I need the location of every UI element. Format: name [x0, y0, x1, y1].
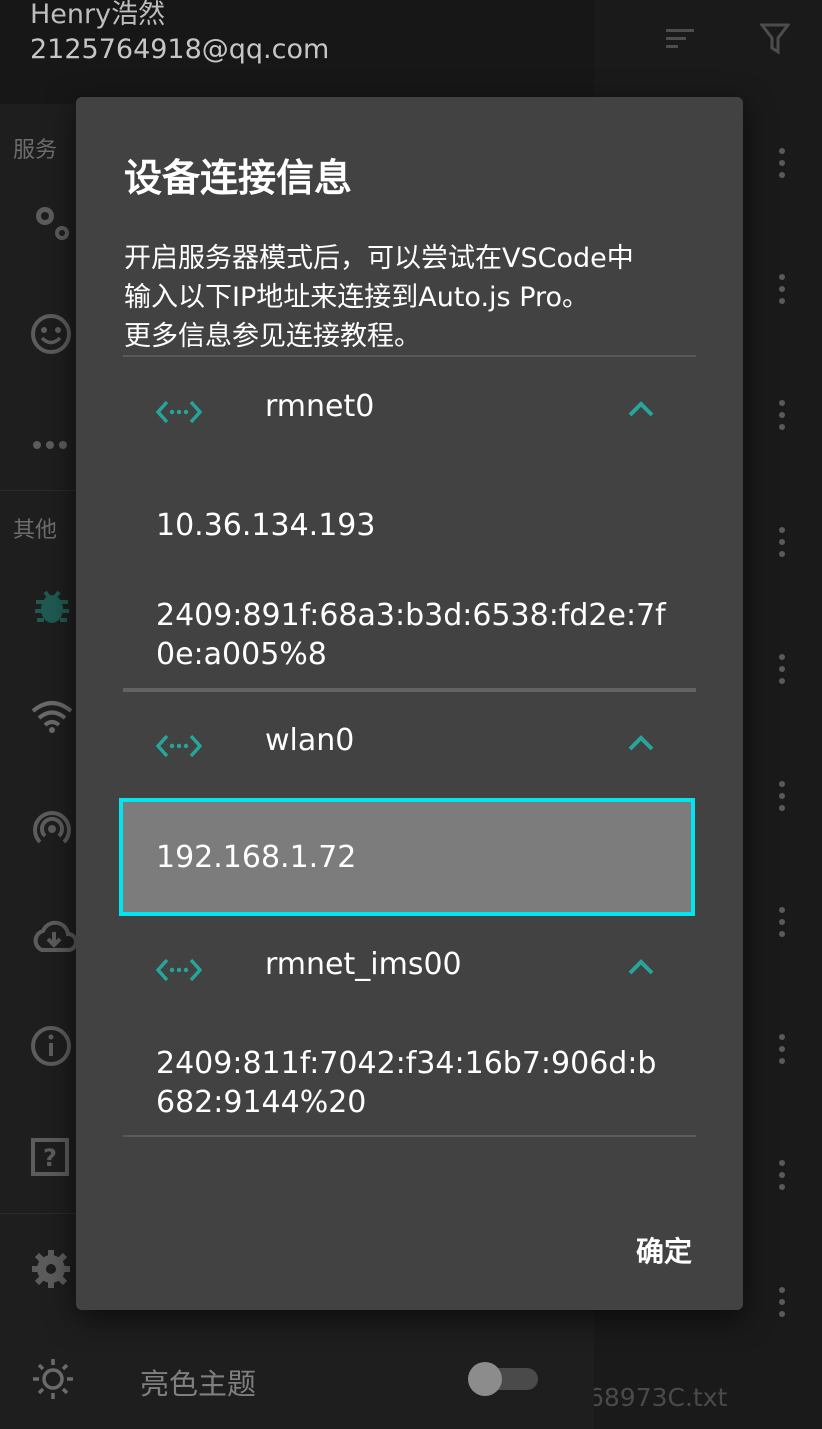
- hotspot-icon[interactable]: [30, 806, 74, 850]
- more-options-icon[interactable]: [778, 274, 786, 304]
- drawer-header: Henry浩然 2125764918@qq.com: [0, 0, 594, 104]
- ip-address-line: 682:9144%20: [156, 1085, 367, 1120]
- ip-address-line: 2409:891f:68a3:b3d:6538:fd2e:7f: [156, 598, 666, 633]
- chevron-up-icon[interactable]: [628, 959, 654, 975]
- svg-text:?: ?: [43, 1144, 57, 1172]
- smiley-icon[interactable]: [30, 313, 72, 355]
- more-options-icon[interactable]: [778, 400, 786, 430]
- divider: [123, 688, 696, 692]
- interface-name: rmnet0: [265, 389, 375, 424]
- user-email: 2125764918@qq.com: [30, 34, 330, 65]
- interface-header-rmnet0[interactable]: rmnet0: [76, 369, 743, 459]
- dialog-message-line: 开启服务器模式后，可以尝试在VSCode中: [124, 243, 634, 274]
- theme-toggle[interactable]: [468, 1362, 538, 1396]
- more-options-icon[interactable]: [778, 1160, 786, 1190]
- dialog-message-line: 输入以下IP地址来连接到Auto.js Pro。: [124, 282, 590, 313]
- section-label-other: 其他: [13, 518, 58, 543]
- more-options-icon[interactable]: [778, 527, 786, 557]
- interface-name: wlan0: [265, 723, 355, 758]
- filter-icon[interactable]: [760, 22, 790, 56]
- network-interface-icon: [156, 958, 202, 982]
- brightness-icon[interactable]: [30, 1356, 76, 1402]
- interface-header-rmnet-ims00[interactable]: rmnet_ims00: [76, 927, 743, 1017]
- ip-address[interactable]: 192.168.1.72: [156, 838, 696, 877]
- network-interface-icon: [156, 400, 202, 424]
- dialog-message: 开启服务器模式后，可以尝试在VSCode中 输入以下IP地址来连接到Auto.j…: [124, 239, 704, 356]
- chevron-up-icon[interactable]: [628, 401, 654, 417]
- ip-address-line: 2409:811f:7042:f34:16b7:906d:b: [156, 1046, 657, 1081]
- ok-button[interactable]: 确定: [636, 1230, 692, 1270]
- info-icon[interactable]: [30, 1025, 72, 1067]
- ip-address-line: 0e:a005%8: [156, 637, 327, 672]
- chevron-up-icon[interactable]: [628, 735, 654, 751]
- more-options-icon[interactable]: [778, 1287, 786, 1317]
- sort-icon[interactable]: [664, 22, 696, 54]
- user-name: Henry浩然: [30, 0, 166, 30]
- interface-header-wlan0[interactable]: wlan0: [76, 703, 743, 793]
- theme-label: 亮色主题: [140, 1367, 257, 1401]
- more-options-icon[interactable]: [778, 781, 786, 811]
- selected-address-item[interactable]: 192.168.1.72: [119, 798, 695, 916]
- more-options-icon[interactable]: [778, 654, 786, 684]
- bug-icon[interactable]: [30, 584, 74, 628]
- divider: [123, 1135, 696, 1137]
- more-options-icon[interactable]: [778, 907, 786, 937]
- gear-icon[interactable]: [30, 1248, 72, 1290]
- cloud-download-icon[interactable]: [30, 918, 78, 956]
- more-options-icon[interactable]: [778, 148, 786, 178]
- background-file-name: 68973C.txt: [588, 1383, 728, 1412]
- interface-name: rmnet_ims00: [265, 947, 462, 982]
- more-horizontal-icon[interactable]: [30, 438, 70, 452]
- connection-info-dialog: 设备连接信息 开启服务器模式后，可以尝试在VSCode中 输入以下IP地址来连接…: [76, 97, 743, 1310]
- wifi-icon[interactable]: [30, 699, 74, 733]
- toggle-thumb: [468, 1362, 502, 1396]
- settings-gears-icon[interactable]: [30, 200, 74, 244]
- dialog-message-line: 更多信息参见连接教程。: [124, 321, 421, 352]
- ip-address[interactable]: 10.36.134.193: [156, 506, 696, 545]
- section-label-services: 服务: [13, 138, 58, 163]
- ip-address[interactable]: 2409:811f:7042:f34:16b7:906d:b 682:9144%…: [156, 1044, 696, 1122]
- divider: [123, 355, 696, 357]
- ip-address[interactable]: 2409:891f:68a3:b3d:6538:fd2e:7f 0e:a005%…: [156, 596, 696, 674]
- help-icon[interactable]: ?: [30, 1137, 70, 1177]
- network-interface-icon: [156, 734, 202, 758]
- more-options-icon[interactable]: [778, 1034, 786, 1064]
- dialog-title: 设备连接信息: [124, 156, 353, 200]
